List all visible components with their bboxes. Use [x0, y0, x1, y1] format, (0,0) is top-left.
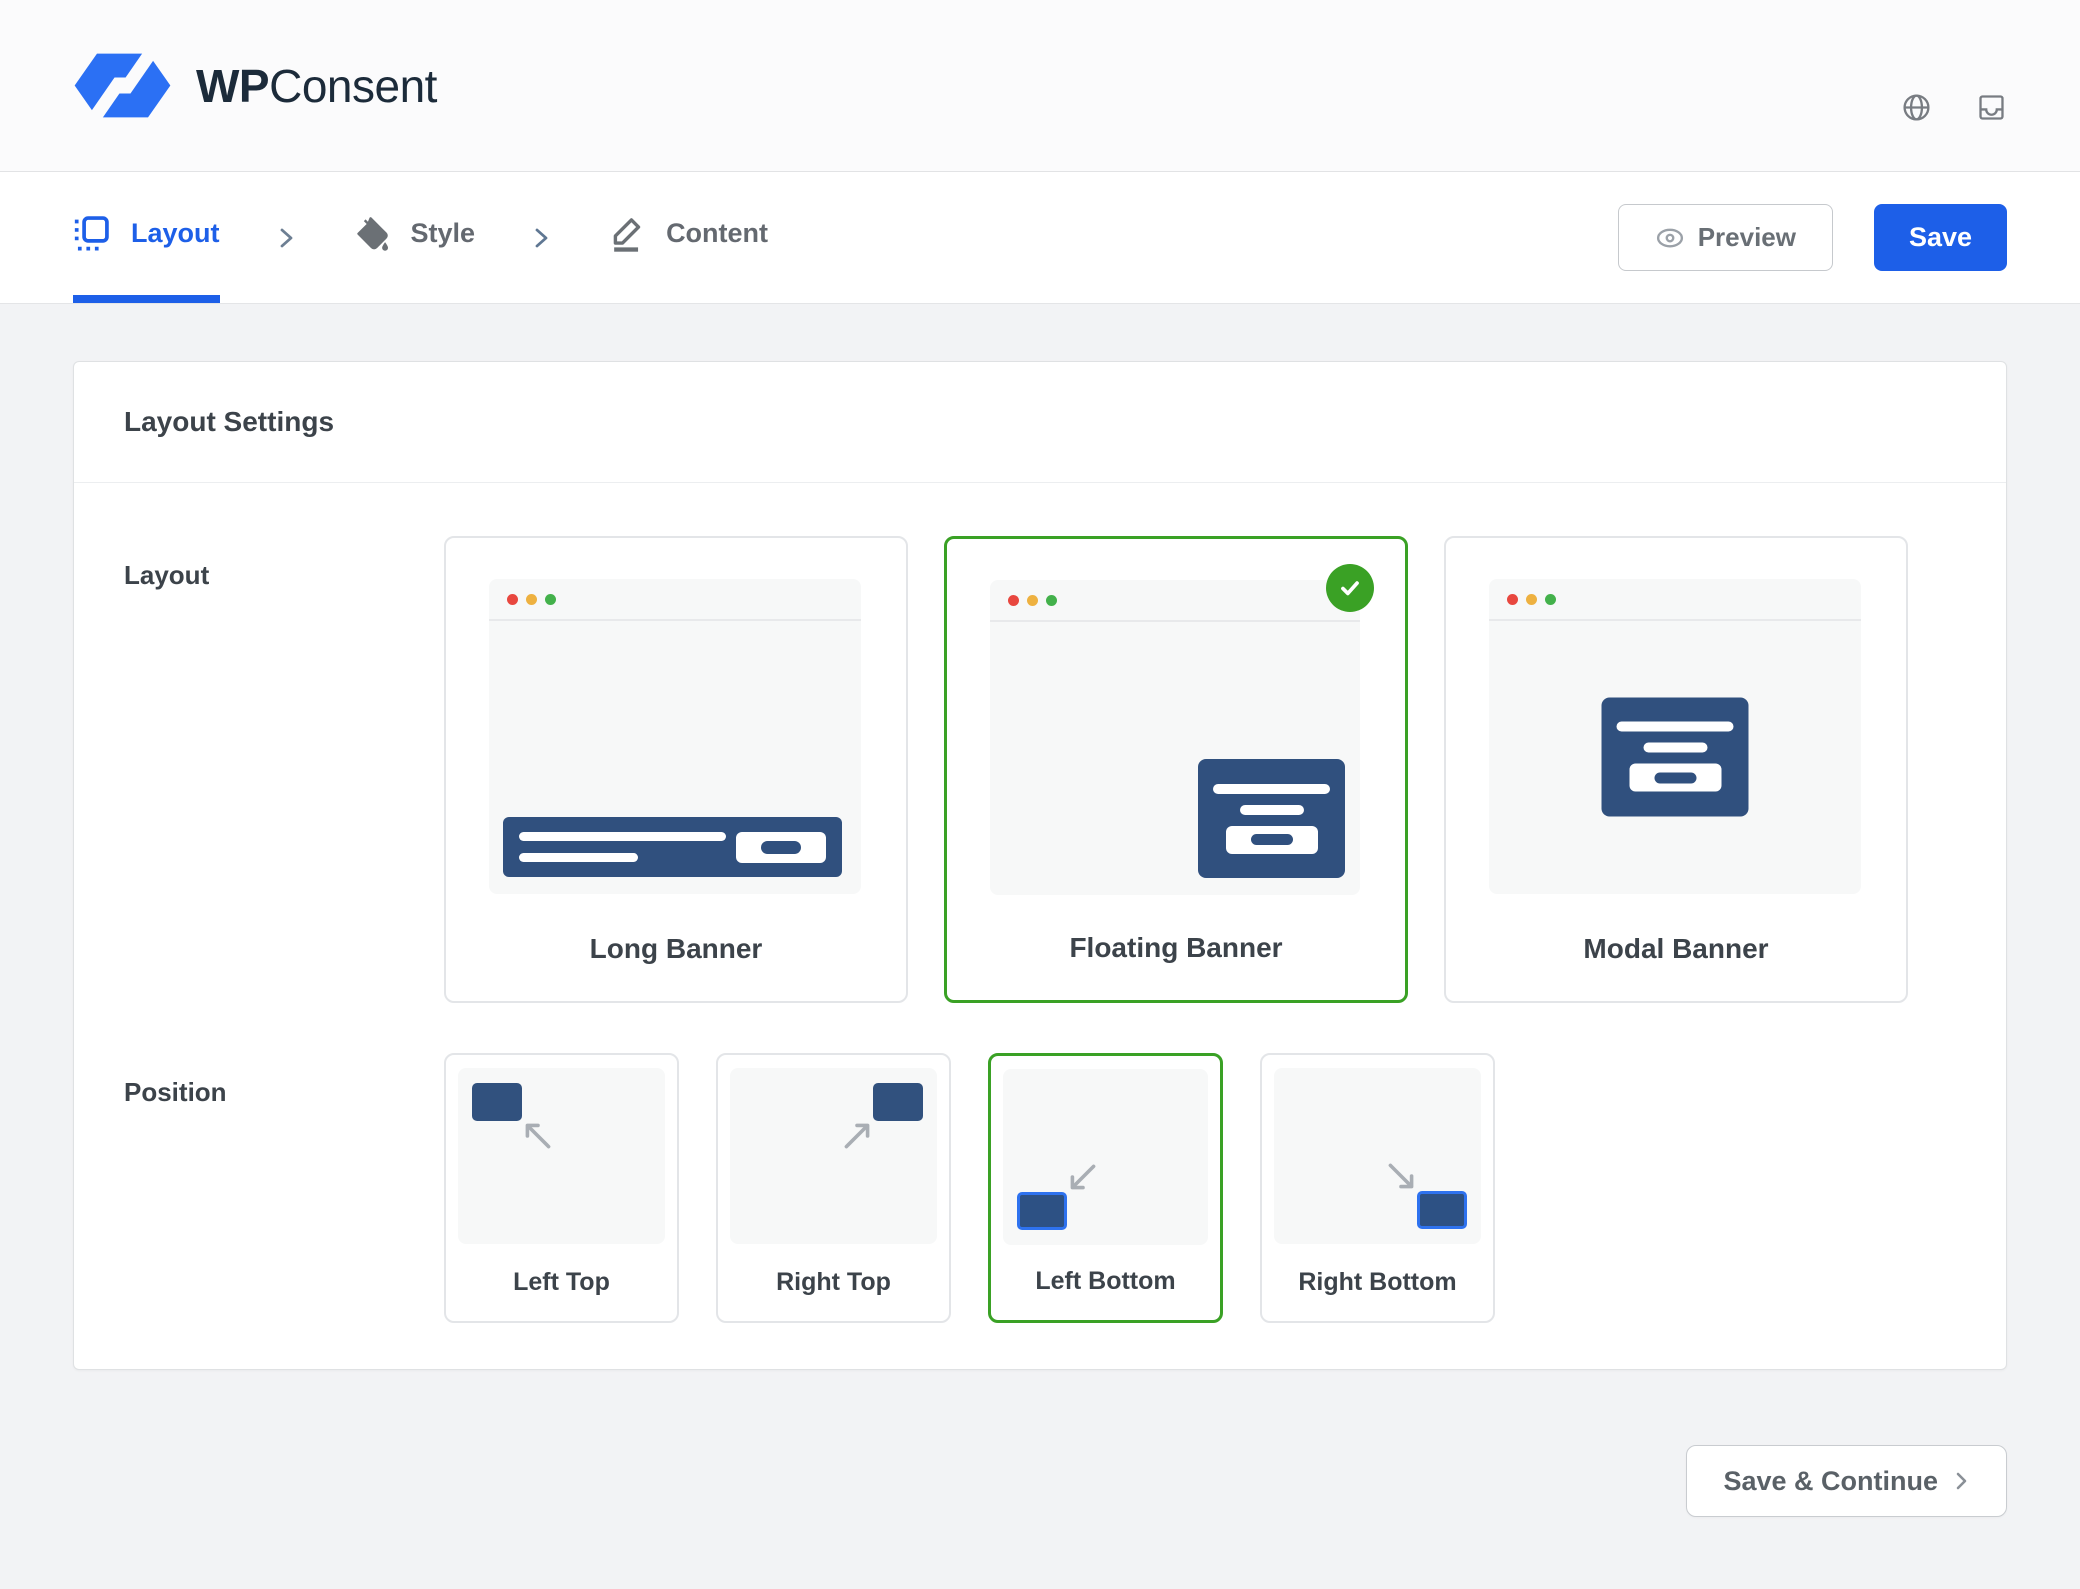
position-option-label: Left Top — [446, 1268, 677, 1297]
inbox-icon[interactable] — [1976, 92, 2007, 123]
save-continue-button[interactable]: Save & Continue — [1686, 1445, 2007, 1517]
preview-button[interactable]: Preview — [1618, 204, 1833, 271]
position-field-row: Position Left Top — [124, 1053, 1956, 1323]
position-preview-area — [730, 1068, 937, 1244]
layout-settings-card: Layout Settings Layout — [73, 361, 2007, 1370]
traffic-dot-green-icon — [1545, 594, 1556, 605]
traffic-dot-red-icon — [1008, 595, 1019, 606]
layout-option-label: Long Banner — [446, 933, 906, 965]
style-tab-icon — [353, 215, 390, 252]
tab-layout[interactable]: Layout — [73, 172, 220, 303]
banner-button-pill — [1251, 834, 1293, 845]
banner-text-line — [1213, 784, 1330, 794]
position-option-left-top[interactable]: Left Top — [444, 1053, 679, 1323]
browser-mockup-body — [990, 622, 1360, 893]
banner-button-placeholder — [736, 832, 826, 863]
layout-field-label: Layout — [124, 536, 444, 1003]
traffic-dot-yellow-icon — [1027, 595, 1038, 606]
arrow-bottom-left-icon — [1065, 1159, 1101, 1195]
banner-button-pill — [761, 841, 801, 854]
banner-text-line — [519, 832, 726, 841]
globe-icon[interactable] — [1901, 92, 1932, 123]
brand-wordmark: WPConsent — [196, 59, 437, 113]
brand-wordmark-rest: Consent — [269, 60, 437, 112]
browser-mockup-titlebar — [489, 579, 861, 621]
position-option-label: Right Top — [718, 1268, 949, 1297]
arrow-top-left-icon — [520, 1118, 556, 1154]
app-header: WPConsent — [0, 0, 2080, 172]
card-title: Layout Settings — [124, 406, 334, 438]
banner-block — [1017, 1192, 1067, 1230]
arrow-bottom-right-icon — [1383, 1158, 1419, 1194]
card-header: Layout Settings — [74, 362, 2006, 483]
banner-text-line — [519, 853, 638, 862]
position-option-label: Right Bottom — [1262, 1268, 1493, 1297]
browser-mockup-body — [1489, 621, 1861, 892]
preview-button-label: Preview — [1698, 222, 1796, 253]
workflow-tab-bar: Layout Style Content Preview Save — [0, 172, 2080, 304]
position-option-right-top[interactable]: Right Top — [716, 1053, 951, 1323]
browser-mockup-body — [489, 621, 861, 892]
banner-block — [472, 1083, 522, 1121]
traffic-dot-green-icon — [1046, 595, 1057, 606]
layout-option-label: Modal Banner — [1446, 933, 1906, 965]
banner-block — [1417, 1191, 1467, 1229]
banner-text-line — [1240, 805, 1304, 815]
traffic-dot-green-icon — [545, 594, 556, 605]
browser-mockup — [489, 579, 861, 894]
chevron-right-icon — [278, 227, 295, 249]
modal-banner-preview — [1602, 697, 1749, 816]
tab-label: Style — [411, 218, 476, 249]
layout-option-long-banner[interactable]: Long Banner — [444, 536, 908, 1003]
traffic-dot-red-icon — [1507, 594, 1518, 605]
banner-block — [873, 1083, 923, 1121]
browser-mockup — [1489, 579, 1861, 894]
banner-text-line — [1617, 722, 1734, 732]
chevron-right-icon — [1952, 1470, 1970, 1492]
position-preview-area — [1003, 1069, 1208, 1245]
traffic-dot-yellow-icon — [526, 594, 537, 605]
long-banner-preview — [503, 817, 842, 877]
chevron-right-icon — [533, 227, 550, 249]
banner-button-pill — [1654, 772, 1696, 783]
wpconsent-logo-icon — [73, 52, 172, 119]
layout-options: Long Banner — [444, 536, 1908, 1003]
arrow-top-right-icon — [839, 1118, 875, 1154]
selected-check-badge — [1326, 564, 1374, 612]
check-icon — [1337, 575, 1363, 601]
traffic-dot-yellow-icon — [1526, 594, 1537, 605]
content-tab-icon — [608, 215, 645, 252]
floating-banner-preview — [1198, 759, 1345, 878]
tab-content[interactable]: Content — [608, 172, 768, 303]
position-preview-area — [458, 1068, 665, 1244]
position-field-label: Position — [124, 1053, 444, 1323]
traffic-dot-red-icon — [507, 594, 518, 605]
position-option-label: Left Bottom — [991, 1267, 1220, 1296]
browser-mockup — [990, 580, 1360, 895]
layout-option-floating-banner[interactable]: Floating Banner — [944, 536, 1408, 1003]
tab-label: Layout — [131, 218, 220, 249]
layout-option-label: Floating Banner — [947, 932, 1405, 964]
eye-icon — [1655, 223, 1685, 253]
layout-tab-icon — [73, 215, 110, 252]
position-option-right-bottom[interactable]: Right Bottom — [1260, 1053, 1495, 1323]
banner-text-line — [1643, 743, 1707, 753]
layout-field-row: Layout — [124, 536, 1956, 1003]
layout-option-modal-banner[interactable]: Modal Banner — [1444, 536, 1908, 1003]
brand-logo[interactable]: WPConsent — [73, 52, 437, 119]
tab-style[interactable]: Style — [353, 172, 476, 303]
position-preview-area — [1274, 1068, 1481, 1244]
browser-mockup-titlebar — [1489, 579, 1861, 621]
banner-button-placeholder — [1226, 826, 1318, 854]
banner-button-placeholder — [1629, 764, 1721, 792]
save-button[interactable]: Save — [1874, 204, 2007, 271]
position-options: Left Top Right Top — [444, 1053, 1495, 1323]
tab-label: Content — [666, 218, 768, 249]
save-continue-label: Save & Continue — [1723, 1466, 1938, 1497]
browser-mockup-titlebar — [990, 580, 1360, 622]
position-option-left-bottom[interactable]: Left Bottom — [988, 1053, 1223, 1323]
brand-wordmark-bold: WP — [196, 60, 269, 112]
